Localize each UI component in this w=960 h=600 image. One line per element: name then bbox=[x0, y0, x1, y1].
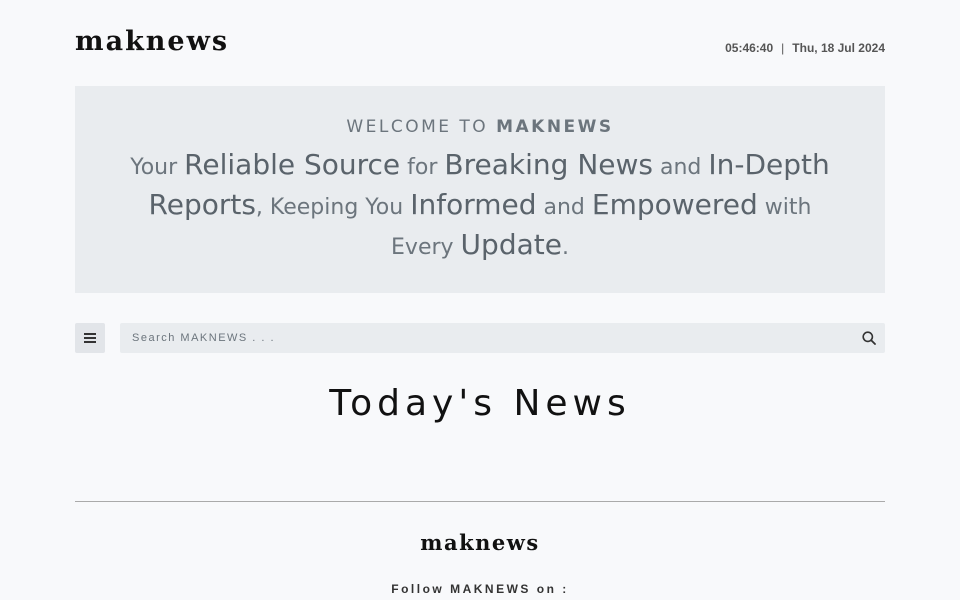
footer-divider bbox=[75, 501, 885, 502]
tagline-text: for bbox=[400, 155, 445, 180]
current-time: 05:46:40 bbox=[725, 41, 774, 55]
welcome-brand: MAKNEWS bbox=[496, 117, 614, 137]
tagline-emphasis: Informed bbox=[410, 188, 537, 221]
hamburger-icon bbox=[84, 333, 96, 343]
datetime-separator: | bbox=[781, 41, 785, 55]
welcome-heading: WELCOME TO MAKNEWS bbox=[75, 117, 885, 137]
search-icon[interactable] bbox=[862, 331, 876, 345]
tagline-emphasis: Update bbox=[460, 228, 562, 261]
site-logo[interactable]: maknews bbox=[75, 26, 229, 57]
menu-button[interactable] bbox=[75, 323, 105, 353]
datetime-display: 05:46:40 | Thu, 18 Jul 2024 bbox=[725, 41, 885, 55]
welcome-prefix: WELCOME TO bbox=[346, 117, 497, 137]
follow-text: Follow MAKNEWS on : bbox=[391, 582, 569, 596]
tagline-emphasis: Empowered bbox=[591, 188, 758, 221]
footer-logo[interactable]: maknews bbox=[0, 530, 960, 555]
welcome-banner: WELCOME TO MAKNEWS Your Reliable Source … bbox=[75, 86, 885, 293]
search-input[interactable] bbox=[120, 323, 840, 353]
section-title: Today's News bbox=[329, 383, 631, 424]
tagline-text: . bbox=[561, 235, 569, 260]
tagline-text: and bbox=[536, 195, 592, 220]
current-date: Thu, 18 Jul 2024 bbox=[792, 41, 885, 55]
tagline-text: , Keeping You bbox=[255, 195, 411, 220]
search-bar bbox=[120, 323, 885, 353]
tagline-emphasis: Reliable Source bbox=[184, 148, 401, 181]
welcome-tagline: Your Reliable Source for Breaking News a… bbox=[130, 146, 830, 266]
tagline-text: and bbox=[653, 155, 709, 180]
tagline-text: Your bbox=[130, 155, 185, 180]
tagline-emphasis: Breaking News bbox=[444, 148, 653, 181]
